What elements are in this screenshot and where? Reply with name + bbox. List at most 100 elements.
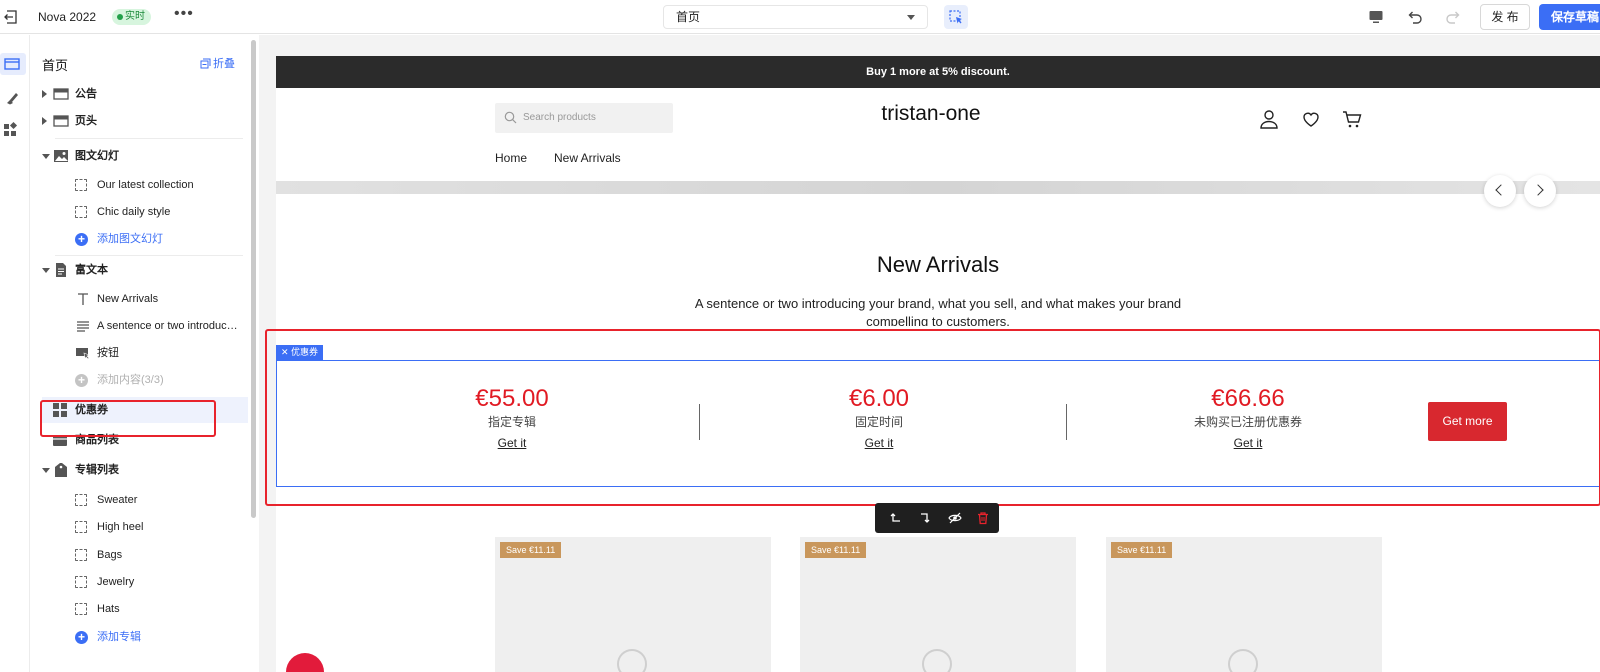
tree-item-header[interactable]: 页头 [31, 108, 247, 134]
divider [55, 138, 243, 139]
announcement-bar[interactable]: Buy 1 more at 5% discount. [276, 56, 1600, 88]
preview-canvas: Buy 1 more at 5% discount. Search produc… [259, 35, 1600, 672]
move-down-icon[interactable] [918, 511, 932, 525]
tree-item-collection[interactable]: High heel [31, 514, 247, 540]
search-input[interactable]: Search products [495, 103, 673, 133]
tree-item-collection[interactable]: Hats [31, 596, 247, 622]
tree-item-product-list[interactable]: 商品列表 [31, 427, 247, 453]
section-tree-panel: 首页 折叠 公告 页头 图文幻灯 Our latest collection C… [31, 35, 248, 672]
tree-item-heading-block[interactable]: New Arrivals [31, 286, 247, 312]
coupon-section-tag[interactable]: ✕ 优惠券 [276, 345, 324, 360]
account-icon[interactable] [1259, 109, 1279, 134]
add-slide-button[interactable]: + 添加图文幻灯 [31, 226, 247, 252]
header-section-icon [53, 113, 69, 129]
hide-eye-icon[interactable] [948, 511, 962, 525]
add-block-button[interactable]: + 添加内容(3/3) [31, 367, 247, 393]
block-frame-icon [75, 179, 87, 191]
nav-link-new-arrivals[interactable]: New Arrivals [554, 151, 621, 165]
caret-down-icon[interactable] [42, 268, 50, 273]
coupon-card: €66.66 未购买已注册优惠券 Get it [1148, 385, 1348, 451]
tree-item-announcement[interactable]: 公告 [31, 81, 247, 107]
caret-down-icon[interactable] [42, 468, 50, 473]
wishlist-heart-icon[interactable] [1301, 109, 1321, 134]
plus-circle-icon: + [75, 233, 88, 246]
divider [55, 255, 243, 256]
move-up-icon[interactable] [889, 511, 903, 525]
caret-right-icon[interactable] [42, 90, 47, 98]
rich-text-body[interactable]: A sentence or two introducing your brand… [668, 295, 1208, 326]
close-icon[interactable]: ✕ [281, 347, 291, 357]
tree-item-slideshow[interactable]: 图文幻灯 [31, 143, 247, 169]
coupon-name: 指定专辑 [487, 415, 536, 429]
grid-icon [52, 402, 68, 418]
theme-settings-tab[interactable] [0, 87, 26, 109]
button-block-icon [75, 345, 91, 361]
coupon-name: 未购买已注册优惠券 [1193, 415, 1302, 429]
store-logo[interactable]: tristan-one [866, 102, 996, 126]
product-card[interactable]: Save €11.11 [495, 537, 771, 672]
redo-icon[interactable] [1444, 8, 1462, 31]
tree-item-text-block[interactable]: A sentence or two introducing your brand [31, 313, 247, 339]
tree-item-slide[interactable]: Chic daily style [31, 199, 247, 225]
coupon-amount: €66.66 [1211, 385, 1285, 412]
sections-icon [4, 58, 20, 70]
tree-item-button-block[interactable]: 按钮 [31, 340, 247, 366]
tag-icon [53, 462, 69, 478]
add-collection-button[interactable]: + 添加专辑 [31, 624, 247, 650]
floating-chat-button[interactable] [286, 653, 324, 672]
chevron-left-icon [1495, 184, 1507, 196]
sections-tab[interactable] [0, 53, 26, 75]
text-icon [75, 291, 91, 307]
coupon-amount: €6.00 [848, 385, 910, 412]
nav-link-home[interactable]: Home [495, 151, 527, 165]
save-draft-button[interactable]: 保存草稿 [1539, 4, 1600, 30]
block-frame-icon [75, 494, 87, 506]
undo-icon[interactable] [1406, 8, 1424, 31]
discount-badge: Save €11.11 [805, 542, 867, 558]
product-card[interactable]: Save €11.11 [800, 537, 1076, 672]
discount-badge: Save €11.11 [500, 542, 562, 558]
tree-item-collection-list[interactable]: 专辑列表 [31, 457, 247, 483]
coupon-name: 固定时间 [854, 415, 903, 429]
element-picker-icon[interactable] [944, 5, 968, 29]
caret-down-icon[interactable] [42, 154, 50, 159]
tree-item-rich-text[interactable]: 富文本 [31, 257, 247, 283]
divider [1066, 404, 1067, 440]
tree-item-slide[interactable]: Our latest collection [31, 172, 247, 198]
paragraph-icon [75, 318, 91, 334]
coupon-card: €6.00 固定时间 Get it [779, 385, 979, 451]
tree-item-collection[interactable]: Jewelry [31, 569, 247, 595]
tree-item-collection[interactable]: Sweater [31, 487, 247, 513]
coupon-amount: €55.00 [475, 385, 549, 412]
coupon-card: €55.00 指定专辑 Get it [412, 385, 612, 451]
document-icon [53, 262, 69, 278]
caret-right-icon[interactable] [42, 117, 47, 125]
apps-tab[interactable] [0, 119, 26, 141]
get-more-button[interactable]: Get more [1428, 402, 1507, 441]
search-icon [504, 111, 517, 129]
desktop-view-icon[interactable] [1368, 9, 1384, 30]
sidebar-scrollbar[interactable] [251, 40, 256, 518]
tree-item-coupon[interactable]: 优惠券 [42, 397, 248, 423]
get-it-link[interactable]: Get it [1148, 436, 1348, 450]
cart-icon[interactable] [1342, 109, 1362, 134]
collapse-button[interactable]: 折叠 [200, 55, 235, 71]
slide-next-button[interactable] [1524, 175, 1556, 207]
collapse-icon [200, 58, 211, 69]
delete-trash-icon[interactable] [976, 511, 990, 525]
get-it-link[interactable]: Get it [412, 436, 612, 450]
apps-icon [4, 121, 18, 136]
exit-icon[interactable] [4, 9, 20, 25]
rich-text-heading[interactable]: New Arrivals [276, 252, 1600, 278]
more-options-icon[interactable]: ••• [174, 6, 194, 22]
get-it-link[interactable]: Get it [779, 436, 979, 450]
block-frame-icon [75, 521, 87, 533]
page-select[interactable]: 首页 [663, 5, 928, 29]
product-card[interactable]: Save €11.11 [1106, 537, 1382, 672]
slide-prev-button[interactable] [1484, 175, 1516, 207]
top-bar: Nova 2022 实时 ••• 首页 发 布 保存草稿 [0, 0, 1600, 34]
discount-badge: Save €11.11 [1111, 542, 1173, 558]
publish-button[interactable]: 发 布 [1480, 4, 1530, 30]
live-status-badge: 实时 [112, 9, 151, 25]
tree-item-collection[interactable]: Bags [31, 542, 247, 568]
